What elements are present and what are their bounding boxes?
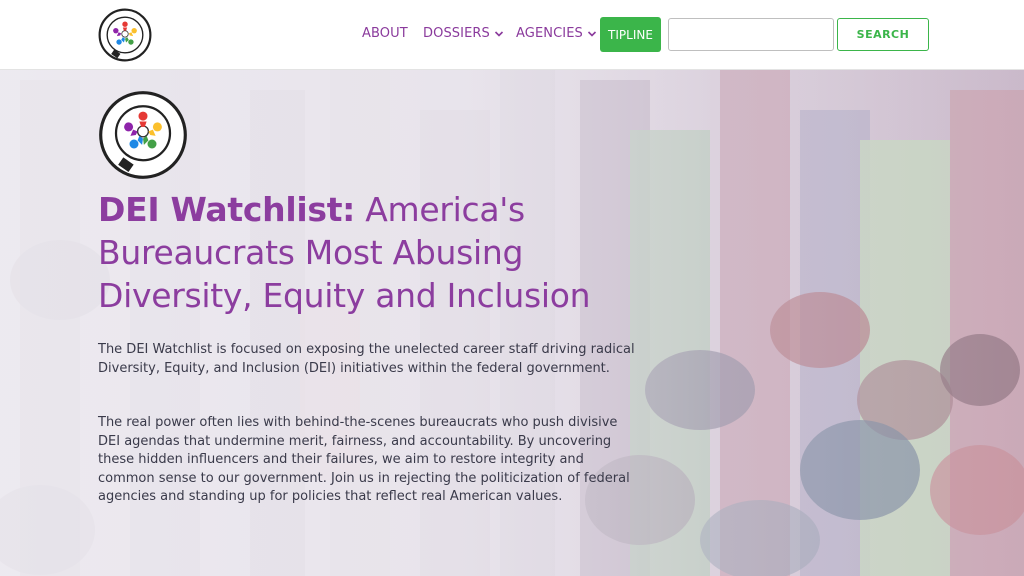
nav-about[interactable]: ABOUT — [362, 26, 408, 41]
nav-dossiers-label: DOSSIERS — [423, 26, 490, 41]
search-input[interactable] — [668, 18, 834, 51]
chevron-down-icon — [494, 30, 503, 37]
dei-watchlist-logo[interactable] — [98, 8, 152, 62]
search-button[interactable]: SEARCH — [837, 18, 929, 51]
dei-watchlist-badge — [99, 91, 187, 179]
page-title-strong: DEI Watchlist: — [98, 190, 356, 229]
search-button-label: SEARCH — [856, 28, 910, 41]
tipline-label: TIPLINE — [608, 27, 653, 42]
nav-agencies-label: AGENCIES — [516, 26, 583, 41]
page-title: DEI Watchlist: America's Bureaucrats Mos… — [98, 188, 638, 317]
hero-section: DEI Watchlist: America's Bureaucrats Mos… — [0, 70, 1024, 576]
tipline-button[interactable]: TIPLINE — [600, 17, 661, 52]
site-header: ABOUT DOSSIERS AGENCIES TIPLINE SEARCH — [0, 0, 1024, 70]
nav-about-label: ABOUT — [362, 26, 408, 41]
nav-dossiers[interactable]: DOSSIERS — [423, 26, 504, 41]
mission-paragraph: The real power often lies with behind-th… — [98, 415, 630, 504]
chevron-down-icon — [587, 30, 596, 37]
nav-agencies[interactable]: AGENCIES — [516, 26, 597, 41]
intro-paragraph: The DEI Watchlist is focused on exposing… — [98, 342, 635, 376]
